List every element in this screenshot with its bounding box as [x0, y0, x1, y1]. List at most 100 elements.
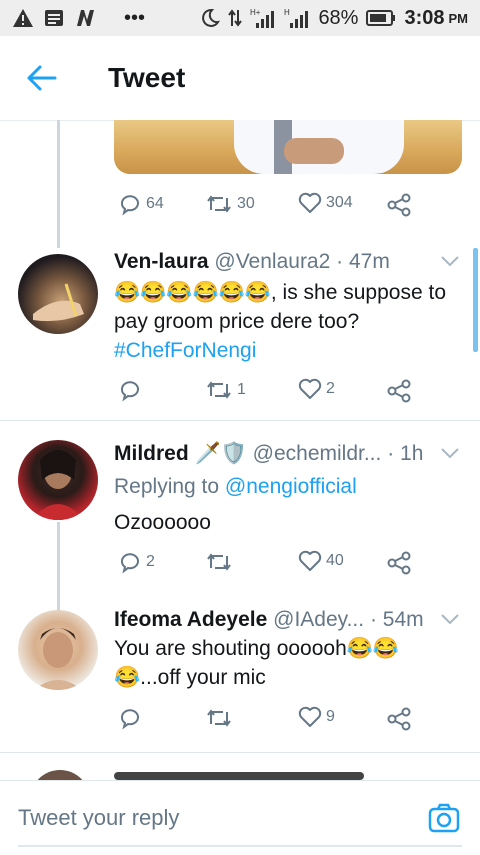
- page-title: Tweet: [108, 62, 186, 93]
- reply-button[interactable]: 2: [118, 550, 155, 574]
- battery-percent: 68%: [318, 6, 359, 29]
- retweet-icon: [207, 709, 231, 727]
- name-emoji: 🗡️🛡️: [194, 442, 247, 465]
- tweet-time: · 1h: [387, 442, 424, 465]
- app-bar: Tweet: [0, 36, 480, 121]
- author-name[interactable]: Mildred: [114, 442, 189, 465]
- share-button[interactable]: [386, 192, 412, 218]
- share-button[interactable]: [386, 378, 412, 404]
- reply-button[interactable]: 64: [118, 192, 164, 216]
- svg-text:H: H: [284, 8, 290, 17]
- tweet-emoji: 😂: [114, 666, 141, 689]
- status-bar: ••• H+ H 68% 3:08 PM: [0, 0, 480, 36]
- author-handle: @Venlaura2: [214, 250, 331, 273]
- reply-bar: Tweet your reply: [0, 780, 480, 855]
- tweet-body-text: You are shouting oooooh: [114, 637, 347, 660]
- like-button[interactable]: 40: [298, 550, 344, 572]
- reply-icon: [121, 553, 139, 574]
- avatar[interactable]: [18, 254, 98, 334]
- tweet-media-image[interactable]: [114, 120, 462, 174]
- reply-count: 64: [146, 195, 164, 212]
- tweet-text: Ozoooooo: [114, 508, 464, 537]
- reply-icon: [121, 381, 139, 402]
- back-arrow-icon[interactable]: [26, 64, 58, 92]
- retweet-button[interactable]: [205, 706, 233, 730]
- reply-icon: [121, 195, 139, 216]
- avatar[interactable]: [30, 770, 90, 780]
- share-icon: [387, 551, 411, 575]
- like-count: 2: [326, 380, 335, 397]
- heart-icon: [298, 192, 322, 213]
- like-count: 9: [326, 708, 335, 725]
- retweet-button[interactable]: 1: [205, 378, 246, 402]
- heart-icon: [298, 378, 322, 399]
- tweet-header: Ifeoma Adeyele @IAdey... · 54m: [114, 608, 424, 632]
- retweet-icon: [207, 553, 231, 571]
- heart-icon: [298, 550, 322, 571]
- share-icon: [387, 379, 411, 403]
- tweet-header: Mildred 🗡️🛡️ @echemildr... · 1h: [114, 442, 423, 466]
- scrollbar[interactable]: [473, 248, 478, 352]
- retweet-count: 30: [237, 195, 255, 212]
- reply-button[interactable]: [118, 378, 142, 402]
- tweet-header: Ven-laura @Venlaura2 · 47m: [114, 250, 390, 274]
- chevron-down-icon[interactable]: [440, 612, 460, 631]
- mention-link[interactable]: @nengiofficial: [225, 475, 357, 498]
- like-count: 40: [326, 552, 344, 569]
- truncated-tweet-header: [114, 772, 364, 780]
- avatar[interactable]: [18, 440, 98, 520]
- divider: [0, 420, 480, 421]
- share-icon: [387, 707, 411, 731]
- author-name[interactable]: Ven-laura: [114, 250, 209, 273]
- more-notifications-dots: •••: [124, 6, 146, 29]
- do-not-disturb-moon-icon: [200, 8, 221, 28]
- signal-h-plus-icon: H+: [250, 7, 276, 29]
- reply-underline: [18, 845, 462, 847]
- avatar[interactable]: [18, 610, 98, 690]
- author-name[interactable]: Ifeoma Adeyele: [114, 608, 267, 631]
- replying-to: Replying to @nengiofficial: [114, 472, 464, 501]
- clock-time: 3:08: [404, 6, 445, 29]
- clock-ampm: PM: [448, 10, 469, 26]
- share-icon: [387, 193, 411, 217]
- tweet-time: · 47m: [336, 250, 390, 273]
- tweet-feed[interactable]: 64 30 304 Ven-laura @Venlaura2 · 47m 😂😂😂…: [0, 120, 480, 780]
- share-button[interactable]: [386, 550, 412, 576]
- retweet-button[interactable]: [205, 550, 233, 574]
- retweet-icon: [207, 195, 231, 213]
- hashtag-link[interactable]: #ChefForNengi: [114, 339, 256, 362]
- camera-icon[interactable]: [428, 803, 460, 838]
- warning-icon: [12, 8, 34, 28]
- like-button[interactable]: 9: [298, 706, 335, 728]
- app-n-icon: [74, 8, 96, 28]
- tweet-time: · 54m: [369, 608, 424, 631]
- retweet-count: 1: [237, 381, 246, 398]
- tweet-text: You are shouting oooooh😂😂 😂...off your m…: [114, 634, 464, 692]
- like-button[interactable]: 2: [298, 378, 335, 400]
- author-handle: @IAdey...: [273, 608, 365, 631]
- tweet-emoji: 😂😂: [346, 637, 400, 660]
- tweet-body-text: Ozoooooo: [114, 511, 211, 534]
- heart-icon: [298, 706, 322, 727]
- like-count: 304: [326, 194, 353, 211]
- reply-input[interactable]: Tweet your reply: [18, 805, 179, 831]
- data-transfer-icon: [228, 8, 243, 28]
- tweet-body-text: ...off your mic: [140, 666, 266, 689]
- tweet-emoji: 😂😂😂😂😂😂: [114, 281, 271, 304]
- retweet-button[interactable]: 30: [205, 192, 255, 216]
- svg-text:H+: H+: [250, 8, 261, 17]
- reply-button[interactable]: [118, 706, 142, 730]
- thread-line: [57, 522, 60, 612]
- battery-icon: [366, 9, 396, 27]
- tweet-text: 😂😂😂😂😂😂, is she suppose to pay groom pric…: [114, 278, 464, 365]
- reply-count: 2: [146, 553, 155, 570]
- signal-h-icon: H: [284, 7, 310, 29]
- chevron-down-icon[interactable]: [440, 254, 460, 273]
- author-handle: @echemildr...: [252, 442, 382, 465]
- message-icon: [44, 8, 64, 28]
- like-button[interactable]: 304: [298, 192, 353, 214]
- share-button[interactable]: [386, 706, 412, 732]
- thread-line: [57, 120, 60, 248]
- retweet-icon: [207, 381, 231, 399]
- chevron-down-icon[interactable]: [440, 446, 460, 465]
